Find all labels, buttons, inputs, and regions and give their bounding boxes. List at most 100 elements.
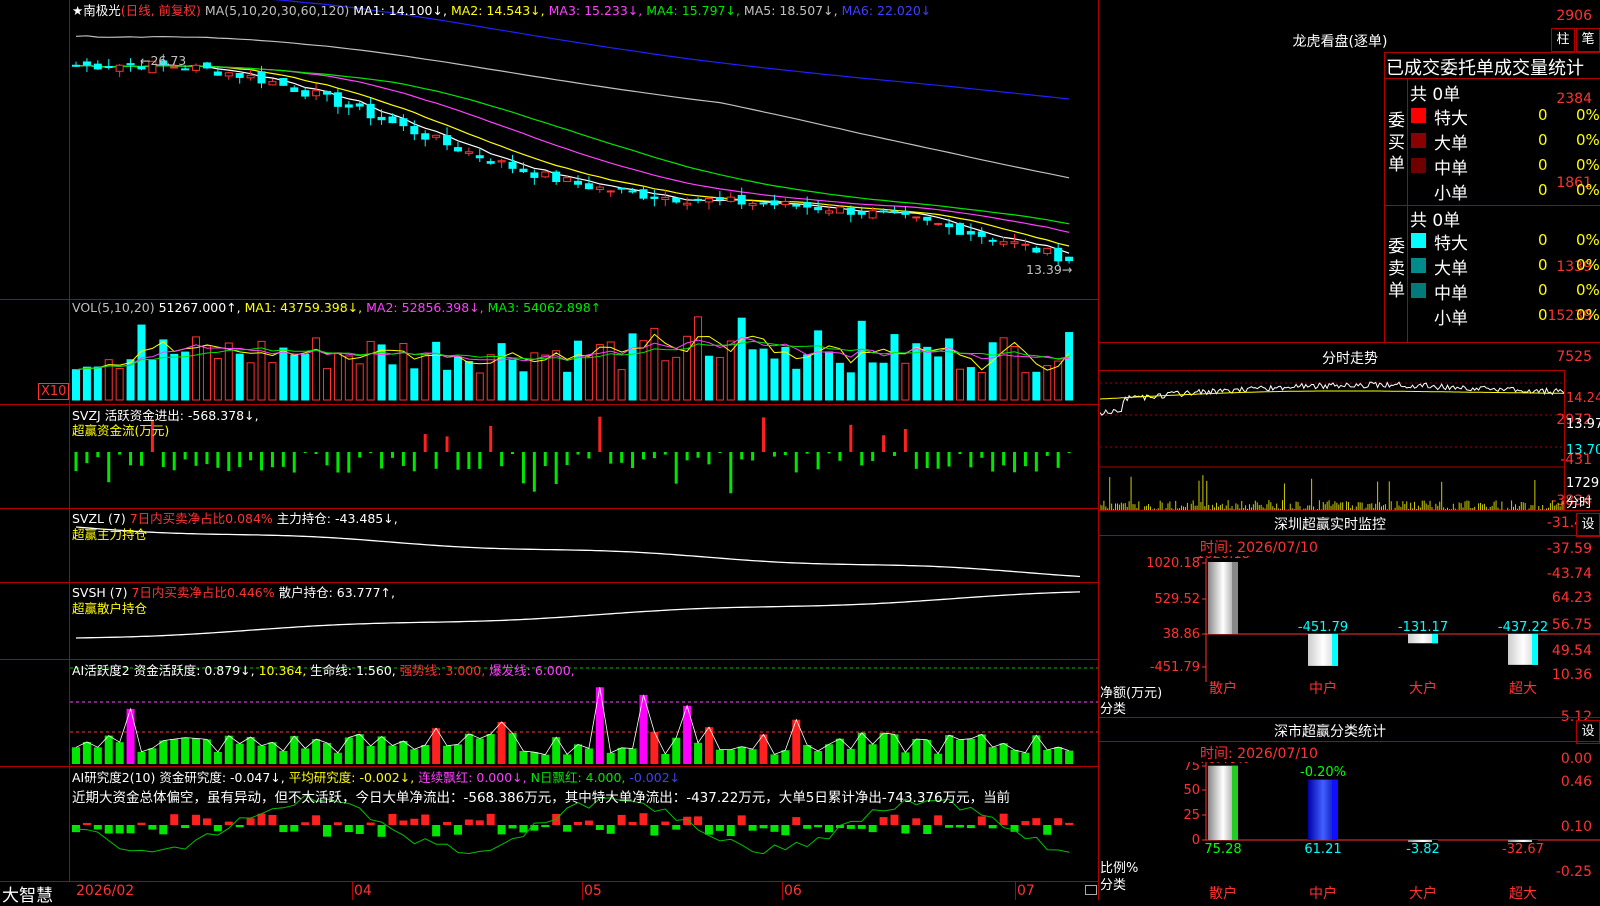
activity-bar [737,746,746,764]
category-label: 中户 [1309,680,1337,696]
intraday-chart[interactable] [1099,371,1565,510]
volume-bar [181,351,190,401]
fund-flow-bar [347,452,351,473]
fund-flow-bar [1056,452,1060,468]
volume-bar [683,335,692,401]
candle-body [606,190,615,193]
activity-bar [541,754,550,764]
sz-monitor-time: 时间: 2026/07/10 [1200,540,1318,556]
activity-bar [617,747,626,764]
fund-flow-bar [172,452,176,471]
fund-flow-bar [903,428,907,452]
sz-stats-bars[interactable]: 755025075.28散户61.21中户-3.82大户-32.67超大+0.4… [1100,752,1600,902]
activity-bar [955,739,964,764]
category-value-label: 1020.18 [1196,556,1250,562]
volume-bar [301,353,310,401]
volume-bar [475,372,484,401]
candle-body [835,206,844,214]
research-bar [323,825,331,837]
sz-stats-chart[interactable]: 755025075.28散户61.21中户-3.82大户-32.67超大+0.4… [1100,752,1600,902]
sz-monitor-bars[interactable]: 1020.18 529.52 38.86 -451.79 1020.18 散户 -451.7… [1100,547,1600,697]
research-bar [486,813,495,825]
order-count: 0 [1538,306,1548,324]
y-tick: 1020.18 [1146,556,1200,571]
order-count: 0 [1538,231,1548,249]
ai1-d: 强势线: 3.000, [399,663,486,678]
fund-flow-bar [1023,452,1027,467]
activity-bar [388,745,397,764]
research-bar [639,813,648,825]
fund-flow-bar [958,452,962,455]
pen-mode-button[interactable]: 笔 [1576,28,1600,52]
fund-flow-bar [565,452,569,466]
research-bar [999,813,1008,825]
candle-body [410,126,419,135]
sz-monitor-chart[interactable]: 1020.18 529.52 38.86 -451.79 1020.18 散户 -451.7… [1100,547,1600,697]
candlestick-panel[interactable] [70,0,1098,300]
activity-bar [934,753,943,764]
candle-body [312,90,321,97]
ma-line [75,64,1070,254]
date-tick [782,882,783,900]
sz-monitor-settings-button[interactable]: 设 [1576,513,1600,537]
fund-flow-bar [511,452,515,455]
volume-bar [72,369,80,401]
fund-flow-bar [390,452,394,458]
ai1-c: 生命线: 1.560, [310,663,396,678]
y-tick: 529.52 [1155,592,1201,607]
volume-bar [835,362,844,401]
research-summary-text: 近期大资金总体偏空，虽有异动，但不太活跃，今日大单净流出：-568.386万元，… [72,790,1011,806]
volume-bar [148,359,157,401]
fund-flow-bar [467,452,471,469]
fund-flow-bar [216,452,220,468]
research-bar [159,825,168,835]
research-bar [333,822,342,825]
research-bar [650,825,659,836]
research-bar [726,825,735,837]
activity-bar [530,752,539,764]
fund-flow-bar [281,452,285,467]
order-percent: 0% [1576,281,1600,299]
category-label: 超大 [1509,886,1537,900]
intraday-panel[interactable] [1099,371,1565,510]
volume-bar [235,353,244,401]
activity-bar [366,745,375,764]
stock-name[interactable]: ★南极光 [72,3,121,18]
y-tick: 50 [1183,783,1200,798]
activity-bar [661,753,670,764]
ai1-e: 爆发线: 6.000, [489,663,575,678]
research-bar [977,816,986,825]
fund-flow-bar [576,452,580,455]
volume-bar [901,362,910,401]
fund-flow-bar [249,452,253,461]
volume-bar [1032,371,1041,401]
research-bar [584,820,593,825]
bar-mode-button[interactable]: 柱 [1551,28,1575,52]
candle-body [792,204,801,207]
candlestick-chart[interactable] [70,0,1098,300]
volume-bar [344,355,353,401]
ai1-prefix: AI活跃度2 [72,663,130,678]
research-bar [792,817,801,825]
fund-flow-bar [380,452,384,469]
date-label: 07 [1017,883,1035,899]
candle-body [672,197,681,203]
fund-flow-bar [980,452,984,458]
activity-bar [999,743,1008,764]
ma3-value: MA3: 15.233↓, [548,3,643,18]
ai2-prefix: AI研究度2(10) [72,770,156,785]
candle-body [781,201,790,206]
period-label[interactable]: (日线, 前复权) [121,3,201,18]
lock-icon[interactable] [1085,885,1097,895]
research-bar [290,825,299,832]
candle-body [126,63,135,66]
research-bar [574,821,582,825]
category-bar-stripe [1532,634,1538,665]
volume-chart[interactable] [70,300,1098,404]
research-bar [628,821,637,825]
volume-panel[interactable] [70,300,1098,404]
volume-header: VOL(5,10,20) 51267.000↑, MA1: 43759.398↓… [72,300,601,315]
volume-bar [410,368,419,401]
order-size-label: 特大 [1434,234,1468,254]
order-size-label: 特大 [1434,109,1468,129]
